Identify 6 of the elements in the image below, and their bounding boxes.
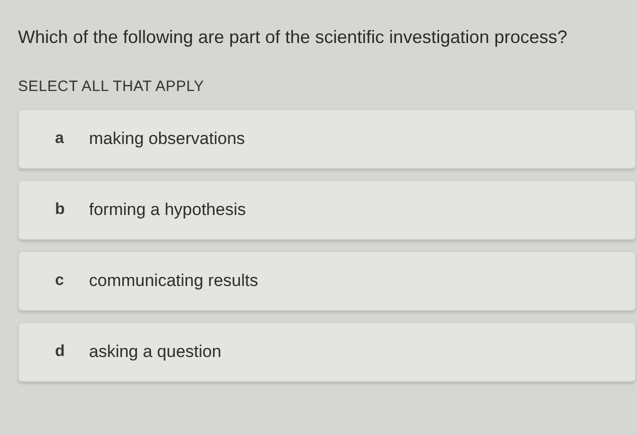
answer-option[interactable]: d asking a question [18,322,636,382]
answer-option[interactable]: c communicating results [18,251,636,311]
answer-option[interactable]: b forming a hypothesis [18,180,636,240]
instruction-text: SELECT ALL THAT APPLY [18,78,206,95]
answer-option[interactable]: a making observations [18,109,636,169]
question-text: Which of the following are part of the scientific investigation process? [18,26,568,49]
